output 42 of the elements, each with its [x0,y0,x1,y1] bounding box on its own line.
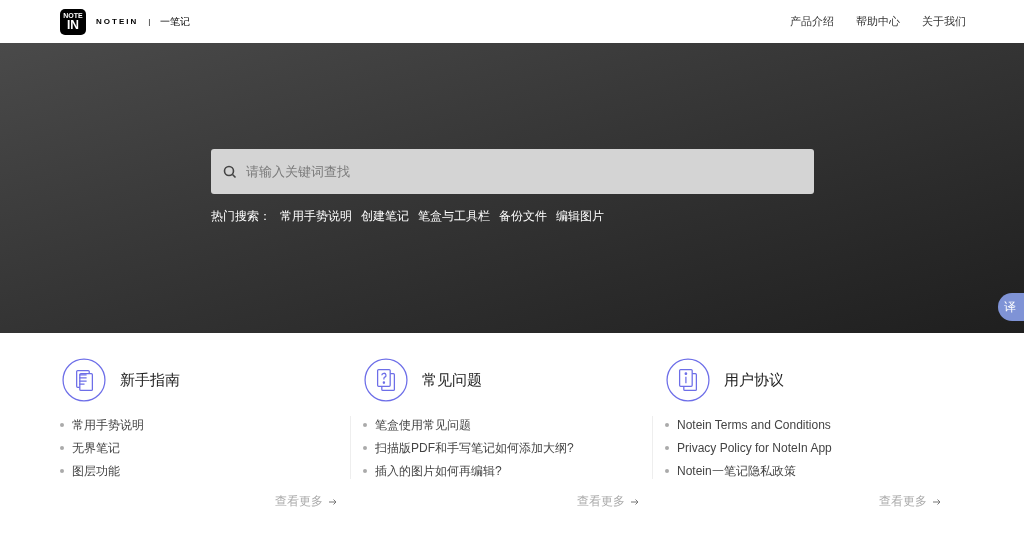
arrow-right-icon [933,497,941,506]
logo-bottom-text: IN [67,19,79,31]
bullet-icon [60,468,64,473]
article-link[interactable]: Notein Terms and Conditions [677,415,831,434]
arrow-right-icon [631,497,639,506]
article-link[interactable]: 常用手势说明 [72,415,144,434]
question-icon [364,358,408,402]
hot-search-link[interactable]: 编辑图片 [556,208,604,226]
bullet-icon [60,422,64,427]
bullet-icon [363,445,367,450]
article-link[interactable]: Notein一笔记隐私政策 [677,461,796,480]
article-link[interactable]: 扫描版PDF和手写笔记如何添加大纲? [375,438,574,457]
info-icon [666,358,710,402]
search-icon [223,165,237,179]
section-title: 用户协议 [724,369,784,390]
hot-search-link[interactable]: 常用手势说明 [280,208,352,226]
brand-chinese-name: 一笔记 [160,15,191,29]
brand-separator: | [148,15,151,28]
bullet-icon [665,445,669,450]
bullet-icon [665,468,669,473]
article-link[interactable]: 图层功能 [72,461,120,480]
nav-link[interactable]: 关于我们 [922,13,966,30]
bullet-icon [60,445,64,450]
bullet-icon [665,422,669,427]
hot-search-link[interactable]: 备份文件 [499,208,547,226]
search-field[interactable]: 请输入关键词查找 [211,149,814,194]
hot-search-link[interactable]: 创建笔记 [361,208,409,226]
article-link[interactable]: 插入的图片如何再编辑? [375,461,502,480]
nav-link[interactable]: 帮助中心 [856,13,900,30]
nav-link[interactable]: 产品介绍 [790,13,834,30]
article-link[interactable]: 无界笔记 [72,438,120,457]
arrow-right-icon [329,497,337,506]
article-link[interactable]: 笔盒使用常见问题 [375,415,471,434]
bullet-icon [363,422,367,427]
bullet-icon [363,468,367,473]
article-link[interactable]: Privacy Policy for NoteIn App [677,438,832,457]
hot-search-label: 热门搜索： [211,209,271,224]
hot-search-link[interactable]: 笔盒与工具栏 [418,208,490,226]
document-icon [62,358,106,402]
brand-name: NOTEIN [96,15,139,28]
section-title: 新手指南 [120,369,180,390]
section-title: 常见问题 [422,369,482,390]
